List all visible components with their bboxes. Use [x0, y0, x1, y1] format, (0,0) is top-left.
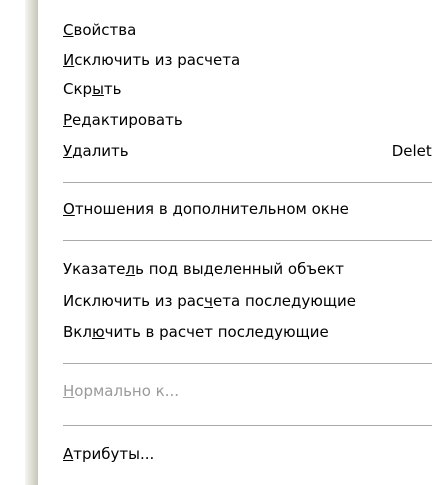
menu-item-normal-to: Нормально к...: [63, 382, 180, 400]
menu-item-delete[interactable]: Удалить Delete: [63, 135, 432, 167]
menu-item-attributes[interactable]: Атрибуты...: [63, 438, 432, 470]
menu-separator: [63, 363, 432, 364]
menu-separator: [63, 425, 432, 426]
menu-icon-gutter: [25, 0, 38, 485]
menu-item-exclude-from-calculation[interactable]: Исключить из расчета: [63, 44, 432, 76]
menu-item-include-following[interactable]: Включить в расчет последующие: [63, 316, 432, 348]
menu-item-exclude-following[interactable]: Исключить из расчета последующие: [63, 285, 432, 317]
menu-separator: [63, 240, 432, 241]
delete-shortcut-label: Delete: [391, 142, 432, 160]
menu-item-hide[interactable]: Скрыть: [63, 73, 432, 105]
menu-separator: [63, 182, 432, 183]
menu-item-relations-in-extra-window[interactable]: Отношения в дополнительном окне: [63, 193, 432, 225]
menu-item-edit[interactable]: Редактировать: [63, 104, 432, 136]
context-menu: Свойства Исключить из расчета Скрыть Ред…: [25, 0, 432, 485]
menu-item-properties[interactable]: Свойства: [63, 14, 432, 46]
menu-item-pointer-under-selected-object[interactable]: Указатель под выделенный объект: [63, 253, 432, 285]
